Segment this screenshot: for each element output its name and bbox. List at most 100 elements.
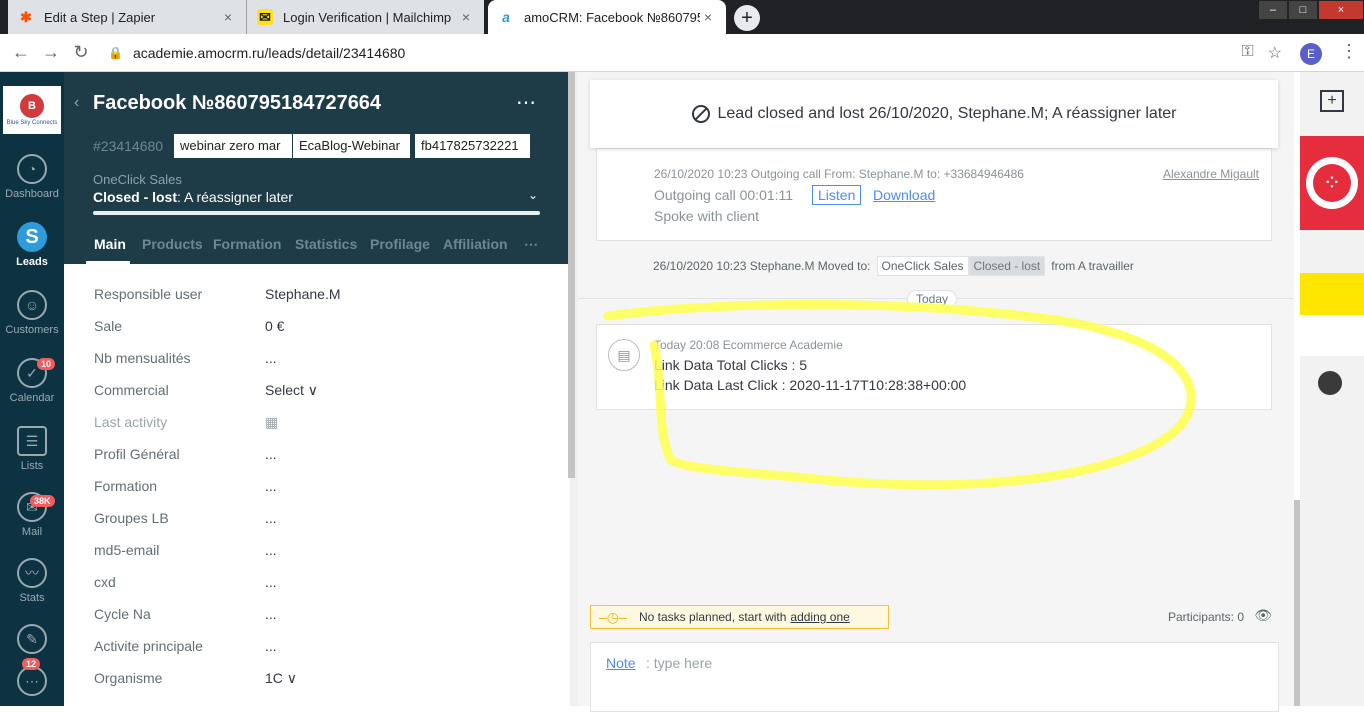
widgets-sidebar: + ⁘ xyxy=(1300,72,1364,706)
field-label: cxd xyxy=(94,574,116,590)
field-value[interactable]: Stephane.M xyxy=(265,286,341,302)
status-select[interactable]: Closed - lost: A réassigner later xyxy=(93,189,293,205)
browser-menu-icon[interactable]: ⋮ xyxy=(1340,41,1358,62)
field-value[interactable]: 0 € xyxy=(265,318,284,334)
tab-more[interactable]: ⋯ xyxy=(524,236,538,253)
tab-profilage[interactable]: Profilage xyxy=(370,236,430,252)
new-tab-button[interactable]: + xyxy=(734,5,760,31)
close-icon[interactable]: × xyxy=(458,9,474,25)
participants-count: Participants: 0 xyxy=(1167,610,1244,624)
sidebar-item-customers[interactable]: ☺ Customers xyxy=(0,290,64,336)
close-icon[interactable]: × xyxy=(700,9,716,25)
sidebar-item-leads[interactable]: S Leads xyxy=(0,222,64,268)
lead-title[interactable]: Facebook №860795184727664 xyxy=(93,92,381,115)
sidebar-item-label: Calendar xyxy=(9,392,55,404)
field-value[interactable]: ... xyxy=(265,510,277,526)
field-row: md5-email ... xyxy=(94,534,564,566)
browser-tab-strip: ✱ Edit a Step | Zapier × ✉ Login Verific… xyxy=(0,0,1364,34)
more-icon[interactable]: ⋯ xyxy=(516,90,536,115)
tab-mailchimp[interactable]: ✉ Login Verification | Mailchimp × xyxy=(246,0,484,34)
call-agent-link[interactable]: Alexandre Migault xyxy=(1163,167,1259,181)
download-link[interactable]: Download xyxy=(873,187,935,203)
settings-icon: ✎ xyxy=(17,624,47,654)
field-value[interactable]: Select ∨ xyxy=(265,382,318,399)
note-line: Link Data Total Clicks : 5 xyxy=(654,357,808,373)
note-type-selector[interactable]: Note xyxy=(606,655,636,671)
yellow-widget[interactable] xyxy=(1300,273,1364,315)
add-task-link[interactable]: adding one xyxy=(790,610,849,624)
sidebar-item-chat[interactable]: ⋯ xyxy=(0,666,64,700)
status-reason: : A réassigner later xyxy=(177,189,293,205)
tab-amocrm[interactable]: a amoCRM: Facebook №86079518 × xyxy=(488,0,726,34)
field-label: Last activity xyxy=(94,414,168,430)
key-icon[interactable]: ⚿ xyxy=(1241,43,1253,63)
chevron-down-icon[interactable]: ⌄ xyxy=(528,188,538,202)
add-widget-icon[interactable]: + xyxy=(1320,90,1344,112)
tasks-notice: –◷– No tasks planned, start with adding … xyxy=(590,605,889,629)
lead-tag[interactable]: fb417825732221 xyxy=(415,134,530,158)
call-meta: 26/10/2020 10:23 Outgoing call From: Ste… xyxy=(654,167,1024,181)
eye-icon[interactable]: 👁 xyxy=(1254,607,1272,624)
field-value[interactable]: ... xyxy=(265,446,277,462)
avatar[interactable]: E xyxy=(1300,43,1322,65)
lead-id: #23414680 xyxy=(93,138,164,154)
field-row: Responsible user Stephane.M xyxy=(94,278,564,310)
lead-tag[interactable]: EcaBlog-Webinar xyxy=(293,134,410,158)
note-input[interactable]: Note : type here xyxy=(590,642,1279,712)
maximize-button[interactable]: □ xyxy=(1288,0,1318,20)
field-row: Sale 0 € xyxy=(94,310,564,342)
listen-button[interactable]: Listen xyxy=(812,185,862,205)
user-avatar-icon[interactable] xyxy=(1318,371,1342,395)
twilio-widget[interactable]: ⁘ xyxy=(1300,136,1364,230)
field-label: Cycle Na xyxy=(94,606,151,622)
white-widget[interactable] xyxy=(1300,315,1364,356)
star-icon[interactable]: ☆ xyxy=(1268,43,1282,63)
url-text: academie.amocrm.ru/leads/detail/23414680 xyxy=(132,45,406,61)
lead-panel-scrollbar[interactable] xyxy=(568,72,575,478)
reload-icon[interactable]: ↻ xyxy=(66,42,96,63)
stats-icon: 〰 xyxy=(17,558,47,588)
sidebar-item-dashboard[interactable]: ◔ Dashboard xyxy=(0,154,64,200)
sidebar-item-settings[interactable]: ✎ xyxy=(0,624,64,658)
field-value[interactable]: ... xyxy=(265,638,277,654)
field-value[interactable]: ... xyxy=(265,350,277,366)
chat-badge: 12 xyxy=(22,658,41,670)
tab-main[interactable]: Main xyxy=(94,236,126,252)
lead-tag[interactable]: webinar zero mar xyxy=(174,134,292,158)
sidebar-item-lists[interactable]: ☰ Lists xyxy=(0,426,64,472)
field-row: Organisme 1C ∨ xyxy=(94,662,564,694)
close-icon[interactable]: × xyxy=(220,9,236,25)
field-label: Organisme xyxy=(94,670,163,686)
chevron-left-icon[interactable]: ‹ xyxy=(74,94,79,112)
company-logo[interactable]: B Blue Sky Connects xyxy=(3,86,61,134)
back-icon[interactable]: ← xyxy=(6,42,36,63)
close-window-button[interactable]: × xyxy=(1318,0,1364,20)
address-bar: ← → ↻ 🔒 academie.amocrm.ru/leads/detail/… xyxy=(0,34,1364,72)
field-row: Groupes LB ... xyxy=(94,502,564,534)
tab-zapier[interactable]: ✱ Edit a Step | Zapier × xyxy=(8,0,246,34)
field-value[interactable]: ... xyxy=(265,478,277,494)
sidebar-item-stats[interactable]: 〰 Stats xyxy=(0,558,64,604)
call-duration: Outgoing call 00:01:11 xyxy=(654,187,794,203)
prohibited-icon xyxy=(691,105,710,123)
zapier-icon: ✱ xyxy=(20,8,32,25)
minimize-button[interactable]: – xyxy=(1258,0,1288,20)
forward-icon[interactable]: → xyxy=(36,42,66,63)
tab-products[interactable]: Products xyxy=(142,236,203,252)
url-field[interactable]: 🔒 academie.amocrm.ru/leads/detail/234146… xyxy=(108,39,1288,67)
speedometer-icon: ◔ xyxy=(17,154,47,184)
field-value[interactable]: ... xyxy=(265,542,277,558)
tab-statistics[interactable]: Statistics xyxy=(295,236,357,252)
field-value[interactable]: ... xyxy=(265,606,277,622)
tab-formation[interactable]: Formation xyxy=(213,236,281,252)
calendar-icon[interactable]: ▦ xyxy=(265,414,278,431)
field-row: Cycle Na ... xyxy=(94,598,564,630)
field-value[interactable]: ... xyxy=(265,574,277,590)
customers-icon: ☺ xyxy=(17,290,47,320)
field-value[interactable]: 1C ∨ xyxy=(265,670,297,687)
sidebar-item-label: Lists xyxy=(20,460,44,472)
status-pill: Closed - lost xyxy=(968,256,1046,276)
tab-affiliation[interactable]: Affiliation xyxy=(443,236,508,252)
tab-title: Login Verification | Mailchimp xyxy=(283,9,452,25)
amocrm-icon: a xyxy=(502,9,510,25)
